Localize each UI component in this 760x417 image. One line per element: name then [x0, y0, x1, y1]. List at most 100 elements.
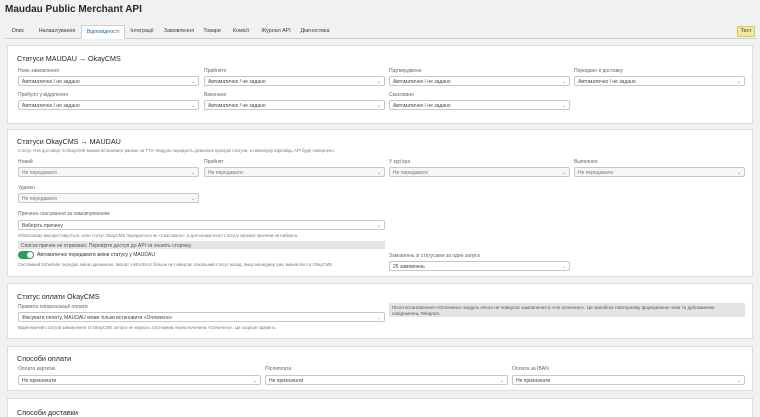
select-value: 25 замовлень: [393, 264, 425, 270]
status-select-cancelled[interactable]: Автоматично / не задано ⌄: [389, 100, 570, 110]
section-payment-status: Статус оплати OkayCMS Правило синхроніза…: [7, 283, 753, 339]
payment-method-cod-select[interactable]: Не призначати ⌄: [265, 375, 508, 385]
field-label: Прибуло у відділення: [18, 92, 68, 98]
chevron-down-icon: ⌄: [376, 315, 381, 321]
payment-notice: Після встановлення «Оплачено» модуль ніч…: [389, 303, 745, 317]
tab-commissions[interactable]: Комісії: [229, 25, 253, 39]
section-payment-methods: Способи оплати Оплата карткою Не признач…: [7, 346, 753, 391]
section-title: Способи доставки: [17, 408, 78, 417]
status-select-completed[interactable]: Автоматично / не задано ⌄: [204, 100, 385, 110]
section-title: Статус оплати OkayCMS: [17, 292, 100, 301]
tab-bar: Опис Налаштування Відповідності Інтеграц…: [5, 25, 757, 39]
section-title: Статуси MAUDAU → OkayCMS: [17, 54, 121, 63]
chevron-down-icon: ⌄: [736, 79, 741, 85]
payment-rule-hint: Відмінюючий статусів замовлення та OkayC…: [18, 325, 277, 330]
field-label: Выполнен: [574, 159, 598, 165]
tab-products[interactable]: Товари: [201, 25, 223, 39]
chevron-down-icon: ⌄: [561, 103, 566, 109]
chevron-down-icon: ⌄: [190, 170, 195, 176]
chevron-down-icon: ⌄: [376, 103, 381, 109]
tab-description[interactable]: Опис: [9, 25, 27, 39]
select-value: Фіксувати оплату, MAUDAU може тільки вст…: [22, 315, 173, 321]
select-value: Не передавати: [393, 170, 428, 176]
chevron-down-icon: ⌄: [376, 170, 381, 176]
chevron-down-icon: ⌄: [190, 103, 195, 109]
field-label: Замовлень зі статусами за один запуск: [389, 253, 480, 259]
status-select-shipped[interactable]: Автоматично / не задано ⌄: [574, 76, 745, 86]
chevron-down-icon: ⌄: [252, 378, 257, 384]
status-select-received[interactable]: Не передавати ⌄: [204, 167, 385, 177]
select-value: Не передавати: [208, 170, 243, 176]
select-value: Не передавати: [578, 170, 613, 176]
field-label: Виконано: [204, 92, 227, 98]
payment-method-card-select[interactable]: Не призначати ⌄: [18, 375, 261, 385]
field-label: Оплата карткою: [18, 366, 56, 372]
chevron-down-icon: ⌄: [376, 79, 381, 85]
select-value: Автоматично / не задано: [208, 103, 266, 109]
chevron-down-icon: ⌄: [499, 378, 504, 384]
toggle-knob: [27, 252, 33, 258]
status-select-new[interactable]: Не передавати ⌄: [18, 167, 199, 177]
section-title: Статуси OkayCMS → MAUDAU: [17, 137, 121, 146]
select-value: Не призначати: [269, 378, 304, 384]
section-title: Способи оплати: [17, 354, 72, 363]
select-value: Не призначати: [22, 378, 57, 384]
select-value: Автоматично / не задано: [22, 79, 80, 85]
field-label: Новий: [18, 159, 33, 165]
field-label: Підтверджено: [389, 68, 422, 74]
select-value: Автоматично / не задано: [22, 103, 80, 109]
tab-diagnostics[interactable]: Діагностика: [297, 25, 333, 39]
field-label: Передано в доставку: [574, 68, 624, 74]
tab-integrations[interactable]: Інтеграції: [127, 25, 157, 39]
select-value: Виберіть причину: [22, 223, 63, 229]
status-select-arrived[interactable]: Автоматично / не задано ⌄: [18, 100, 199, 110]
field-label: Правило синхронізації оплати: [18, 304, 88, 310]
section-maudau-to-okaycms: Статуси MAUDAU → OkayCMS Нове замовлення…: [7, 45, 753, 124]
chevron-down-icon: ⌄: [190, 196, 195, 202]
tab-settings[interactable]: Налаштування: [35, 25, 79, 39]
reasons-warning: Список причин не отримано. Перевірте дос…: [18, 241, 385, 249]
field-label: Нове замовлення: [18, 68, 59, 74]
select-value: Автоматично / не задано: [208, 79, 266, 85]
toggle-label: Автоматично передавати зміни статусу у M…: [37, 252, 155, 258]
chevron-down-icon: ⌄: [561, 170, 566, 176]
select-value: Автоматично / не задано: [393, 79, 451, 85]
select-value: Автоматично / не задано: [393, 103, 451, 109]
select-value: Не передавати: [22, 196, 57, 202]
chevron-down-icon: ⌄: [190, 79, 195, 85]
field-label: Скасовано: [389, 92, 414, 98]
field-label: Прийнят: [204, 159, 224, 165]
status-select-deleted[interactable]: Не передавати ⌄: [18, 193, 199, 203]
payment-method-iban-select[interactable]: Не призначати ⌄: [512, 375, 745, 385]
field-label: Оплата за IBAN: [512, 366, 549, 372]
payment-rule-select[interactable]: Фіксувати оплату, MAUDAU може тільки вст…: [18, 312, 385, 322]
status-select-accepted[interactable]: Автоматично / не задано ⌄: [204, 76, 385, 86]
section-description: Статус «На доставці» в OkayCMS можна вст…: [18, 148, 335, 153]
toggle-hint: Системний Scheduler передає зміни однома…: [18, 262, 334, 267]
field-label: Прийнято: [204, 68, 227, 74]
status-select-new-order[interactable]: Автоматично / не задано ⌄: [18, 76, 199, 86]
status-select-courier[interactable]: Не передавати ⌄: [389, 167, 570, 177]
field-label: Післяплата: [265, 366, 292, 372]
section-delivery-methods: Способи доставки: [7, 398, 753, 417]
cancel-reason-select[interactable]: Виберіть причину ⌄: [18, 220, 385, 230]
field-label: Причина скасування за замовчуванням: [18, 211, 110, 217]
tab-mappings[interactable]: Відповідності: [81, 25, 125, 39]
select-value: Не передавати: [22, 170, 57, 176]
tab-api-log[interactable]: Журнал API: [260, 25, 292, 39]
chevron-down-icon: ⌄: [561, 79, 566, 85]
test-button[interactable]: Тест: [737, 26, 755, 37]
tab-orders[interactable]: Замовлення: [162, 25, 196, 39]
auto-sync-toggle[interactable]: [18, 251, 34, 259]
batch-size-select[interactable]: 25 замовлень ⌄: [389, 261, 570, 271]
select-value: Автоматично / не задано: [578, 79, 636, 85]
status-select-confirmed[interactable]: Автоматично / не задано ⌄: [389, 76, 570, 86]
status-select-done[interactable]: Не передавати ⌄: [574, 167, 745, 177]
field-label: Удален: [18, 185, 35, 191]
page-title: Maudau Public Merchant API: [5, 4, 142, 15]
chevron-down-icon: ⌄: [736, 170, 741, 176]
chevron-down-icon: ⌄: [736, 378, 741, 384]
select-value: Не призначати: [516, 378, 551, 384]
cancel-reason-hint: Обов'язково використовується, коли стату…: [18, 233, 299, 238]
chevron-down-icon: ⌄: [561, 264, 566, 270]
